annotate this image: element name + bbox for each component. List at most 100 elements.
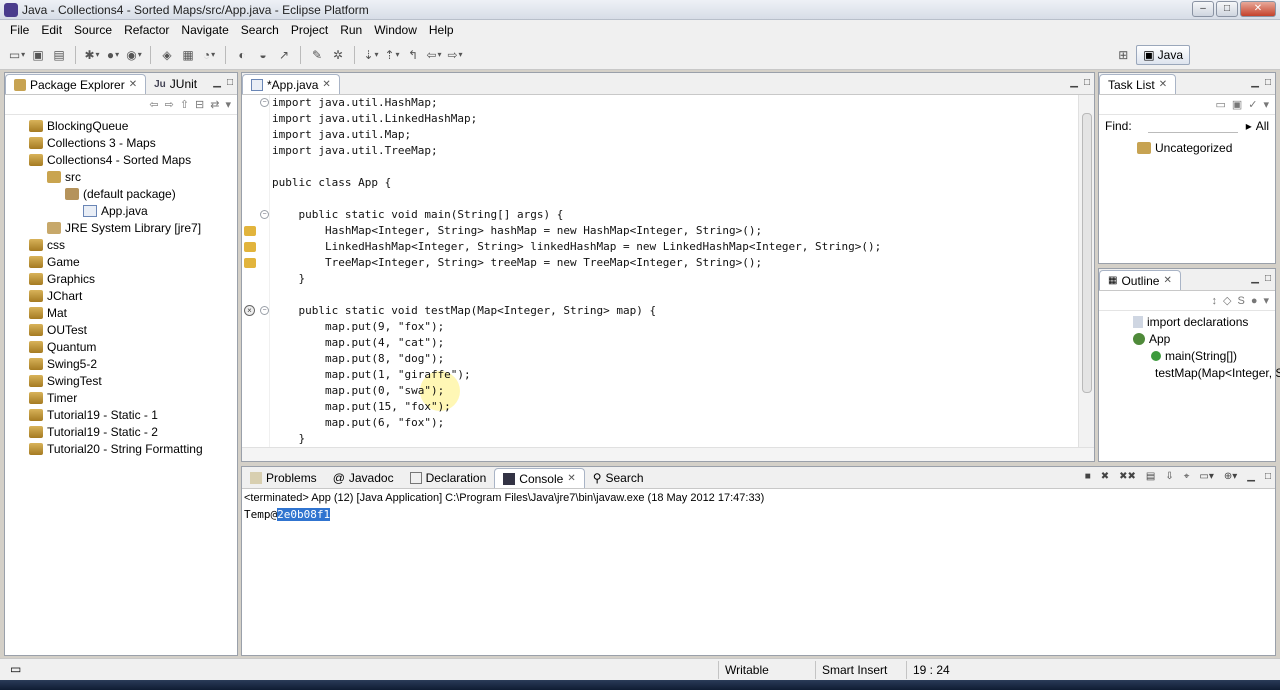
code-line[interactable]: map.put(15, "fox"); [272,399,451,415]
package-tree-item[interactable]: css [5,236,237,253]
code-line[interactable]: } [272,431,305,447]
minimize-view-icon[interactable]: ▁ [1251,77,1259,88]
remove-launch-icon[interactable]: ✖ [1101,471,1109,482]
package-tree-item[interactable]: Collections 3 - Maps [5,134,237,151]
error-marker-icon[interactable]: × [244,305,255,316]
code-line[interactable]: public static void main(String[] args) { [272,207,563,223]
pin-console-icon[interactable]: ⌖ [1184,471,1190,482]
filter-icon[interactable]: ✓ [1248,98,1257,111]
package-tree-item[interactable]: BlockingQueue [5,117,237,134]
console-output-selection[interactable]: 2e0b08f1 [277,508,331,521]
package-tree-item[interactable]: Mat [5,304,237,321]
view-menu-icon[interactable]: ▾ [1263,98,1269,111]
save-icon[interactable]: ▣ [29,46,47,64]
minimize-view-icon[interactable]: ▁ [1251,273,1259,284]
code-line[interactable]: map.put(0, "swa"); [272,383,444,399]
forward-icon[interactable]: ⇨ [446,46,464,64]
debug-icon[interactable]: ✱ [83,46,101,64]
new-class-icon[interactable]: ◔ [200,46,218,64]
minimize-view-icon[interactable]: ▁ [1070,77,1078,88]
view-menu-icon[interactable]: ▾ [1263,294,1269,307]
package-tree-item[interactable]: SwingTest [5,372,237,389]
new-task-icon[interactable]: ▭ [1215,98,1225,111]
fold-toggle-icon[interactable]: − [260,306,269,315]
outline-item-app[interactable]: App [1099,330,1275,347]
menu-source[interactable]: Source [68,23,118,37]
package-tree-item[interactable]: Quantum [5,338,237,355]
code-editor[interactable]: − − − × import java.util.HashMap; import jav… [242,95,1078,447]
display-console-icon[interactable]: ▭▾ [1199,471,1213,482]
menu-search[interactable]: Search [235,23,285,37]
code-line[interactable]: import java.util.LinkedHashMap; [272,111,477,127]
warning-marker-icon[interactable] [244,242,256,252]
menu-file[interactable]: File [4,23,35,37]
new-icon[interactable]: ▭ [8,46,26,64]
code-line[interactable]: public static void testMap(Map<Integer, … [272,303,656,319]
editor-vertical-scrollbar[interactable] [1078,95,1094,447]
maximize-view-icon[interactable]: □ [1265,471,1271,482]
remove-all-icon[interactable]: ✖✖ [1119,471,1136,482]
package-tree-item[interactable]: OUTest [5,321,237,338]
code-line[interactable]: map.put(8, "dog"); [272,351,444,367]
menu-refactor[interactable]: Refactor [118,23,175,37]
new-package-icon[interactable]: ▦ [179,46,197,64]
package-tree-item[interactable]: Swing5-2 [5,355,237,372]
tab-declaration[interactable]: Declaration [402,468,495,488]
code-line[interactable]: import java.util.TreeMap; [272,143,438,159]
tab-search[interactable]: ⚲ Search [585,468,652,488]
last-edit-icon[interactable]: ↰ [404,46,422,64]
open-folder-icon[interactable]: ◒ [254,46,272,64]
minimize-button[interactable]: – [1192,1,1214,17]
close-icon[interactable]: ✕ [1163,275,1171,286]
open-perspective-icon[interactable]: ⊞ [1114,46,1132,64]
package-tree-item[interactable]: Graphics [5,270,237,287]
next-annotation-icon[interactable]: ⇣ [362,46,380,64]
hide-fields-icon[interactable]: ◇ [1223,294,1231,307]
previous-annotation-icon[interactable]: ⇡ [383,46,401,64]
print-icon[interactable]: ▤ [50,46,68,64]
package-tree-item[interactable]: Timer [5,389,237,406]
code-line[interactable]: LinkedHashMap<Integer, String> linkedHas… [272,239,881,255]
menu-window[interactable]: Window [368,23,423,37]
maximize-view-icon[interactable]: □ [1084,77,1090,88]
package-tree-item[interactable]: (default package) [5,185,237,202]
package-tree-item[interactable]: App.java [5,202,237,219]
code-line[interactable]: } [272,271,305,287]
menu-help[interactable]: Help [423,23,460,37]
open-console-icon[interactable]: ⊕▾ [1224,471,1237,482]
terminate-icon[interactable]: ■ [1085,471,1091,482]
run-icon[interactable]: ● [104,46,122,64]
outline-item-imports[interactable]: import declarations [1099,313,1275,330]
code-line[interactable]: public class App { [272,175,391,191]
package-tree-item[interactable]: Tutorial19 - Static - 2 [5,423,237,440]
sort-icon[interactable]: ↕ [1212,295,1218,307]
open-type-icon[interactable]: ◐ [233,46,251,64]
minimize-view-icon[interactable]: ▁ [213,77,221,88]
package-tree-item[interactable]: JRE System Library [jre7] [5,219,237,236]
toggle-block-icon[interactable]: ✲ [329,46,347,64]
all-filter[interactable]: ▸ All [1246,119,1269,133]
menu-navigate[interactable]: Navigate [175,23,234,37]
tab-package-explorer[interactable]: Package Explorer ✕ [5,74,147,94]
editor-horizontal-scrollbar[interactable] [242,447,1094,461]
package-tree-item[interactable]: Tutorial20 - String Formatting [5,440,237,457]
java-perspective-button[interactable]: ▣ Java [1136,45,1190,65]
category-icon[interactable]: ▣ [1232,98,1242,111]
forward-icon[interactable]: ⇨ [165,98,174,111]
maximize-view-icon[interactable]: □ [1265,273,1271,284]
task-category-item[interactable]: Uncategorized [1099,139,1275,156]
package-tree-item[interactable]: Game [5,253,237,270]
tab-problems[interactable]: Problems [242,468,325,488]
scroll-thumb[interactable] [1082,113,1092,393]
code-line[interactable]: import java.util.HashMap; [272,95,438,111]
tab-junit[interactable]: Ju JUnit [146,74,205,94]
collapse-all-icon[interactable]: ⊟ [195,98,204,111]
code-line[interactable]: map.put(9, "fox"); [272,319,444,335]
view-menu-icon[interactable]: ▾ [225,98,231,111]
hide-static-icon[interactable]: S [1237,295,1244,307]
search-icon[interactable]: ↗ [275,46,293,64]
package-tree-item[interactable]: Tutorial19 - Static - 1 [5,406,237,423]
warning-marker-icon[interactable] [244,226,256,236]
toggle-mark-icon[interactable]: ✎ [308,46,326,64]
close-window-button[interactable]: ✕ [1240,1,1276,17]
